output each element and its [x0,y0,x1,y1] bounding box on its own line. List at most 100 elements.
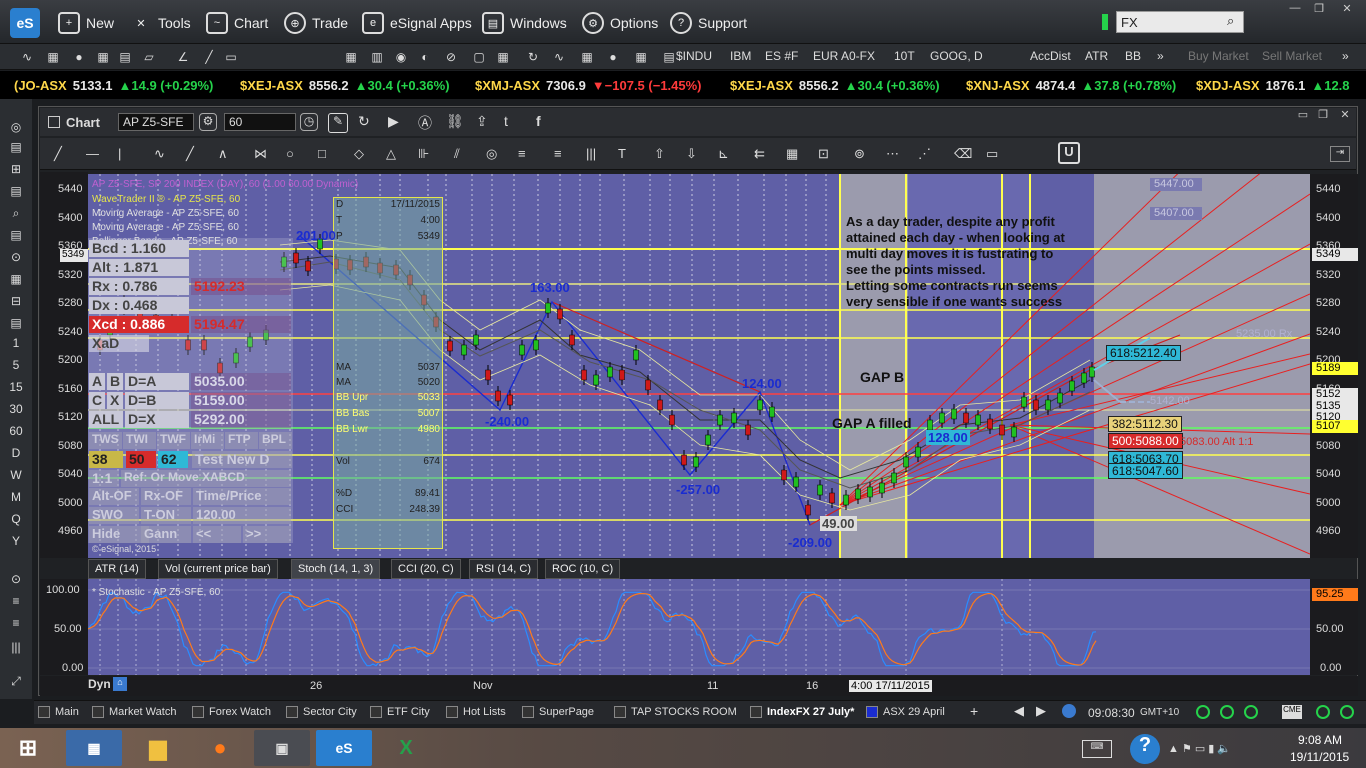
square-icon[interactable]: ▢ [470,48,488,66]
dock-tool-icon[interactable]: ⌕ [6,206,26,222]
search-input[interactable] [1116,11,1244,33]
peak-icon[interactable]: ∧ [218,146,244,162]
symbol-link[interactable]: ES #F [765,49,798,63]
page-tab[interactable]: ETF City [370,702,430,722]
interval-button[interactable]: Y [6,534,26,550]
ticker-item[interactable]: $XEJ-ASX 8556.2 ▲30.4 (+0.36%) [730,78,940,93]
level-button[interactable]: 50 [126,451,156,468]
status-icon[interactable] [1244,705,1258,719]
rectangle-icon[interactable]: □ [318,146,344,161]
level-button[interactable]: 38 [89,451,123,468]
dock-tool-icon[interactable]: ▦ [6,272,26,288]
misc-button[interactable]: SWO [89,507,139,524]
study-link[interactable]: ATR [1085,49,1108,63]
table-icon[interactable]: ▦ [632,48,650,66]
more-chevron-icon[interactable]: » [1157,49,1164,63]
dock-tool-icon[interactable]: ⊟ [6,294,26,310]
wave-option-button[interactable]: TWS [89,432,122,449]
next-page-icon[interactable]: ▶ [1036,703,1046,719]
misc-button[interactable]: >> [243,526,291,543]
study-tab[interactable]: ROC (10, C) [545,559,621,579]
page-tab-checkbox[interactable] [286,706,298,718]
ticker-item[interactable]: $XEJ-ASX 8556.2 ▲30.4 (+0.36%) [240,78,450,93]
page-tab[interactable]: ASX 29 April [866,702,945,722]
time-axis[interactable] [40,676,1358,696]
grid-icon[interactable]: ▦ [44,48,62,66]
minimize-icon[interactable]: — [1284,2,1306,16]
menu-new[interactable]: + New [58,12,114,34]
status-icon[interactable] [1316,705,1330,719]
dock-tool-icon[interactable]: ▤ [6,228,26,244]
list-icon[interactable]: ▤ [116,48,134,66]
wave-option-button[interactable]: FTP [225,432,258,449]
interval-button[interactable]: M [6,490,26,506]
misc-button[interactable]: Gann [141,526,191,543]
dock-tool-icon[interactable]: ||| [6,640,26,656]
tray-icons[interactable]: ▲ ⚑ ▭ ▮ 🔈 [1168,742,1231,755]
window-minimize-icon[interactable]: ▭ [1292,108,1314,122]
list-icon[interactable]: ▤ [660,48,678,66]
study-tab[interactable]: Stoch (14, 1, 3) [291,559,381,579]
menu-support[interactable]: ? Support [670,12,747,34]
dock-tool-icon[interactable]: ≡ [6,594,26,610]
interval-button[interactable]: 1 [6,336,26,352]
channel-icon[interactable]: ⫽ [454,146,480,162]
excel-icon[interactable]: X [378,730,434,766]
interval-button[interactable]: W [6,468,26,484]
circle-icon[interactable]: ◉ [392,48,410,66]
connection-icon[interactable] [1196,705,1210,719]
dock-tool-icon[interactable]: ◎ [6,120,26,136]
pattern-icon[interactable]: ⋰ [918,146,944,162]
interval-field[interactable]: 60 [224,113,296,131]
stochastic-pane[interactable] [87,579,1310,675]
symbol-link[interactable]: GOOG, D [930,49,983,63]
drop-icon[interactable]: ● [70,48,88,66]
interval-button[interactable]: Q [6,512,26,528]
ellipse-icon[interactable]: ○ [286,146,312,161]
d-equals-button[interactable]: D=X [125,411,189,428]
eye-icon[interactable]: ⊚ [854,146,880,162]
point-button[interactable]: X [107,392,123,409]
misc-button[interactable]: 120.00 [193,507,291,524]
fib-retrace-icon[interactable]: ≡ [518,146,544,161]
menu-tools[interactable]: ✕ Tools [130,12,190,34]
window-close-icon[interactable]: ✕ [1334,108,1356,122]
frame-icon[interactable]: ▱ [140,48,158,66]
cme-icon[interactable]: CME [1282,705,1302,719]
line-icon[interactable]: ╱ [200,48,218,66]
interval-button[interactable]: 15 [6,380,26,396]
close-icon[interactable]: ✕ [1336,2,1358,16]
refresh-icon[interactable]: ↻ [524,48,542,66]
grid-icon[interactable]: ▦ [578,48,596,66]
clock-icon[interactable]: ◷ [300,113,318,131]
misc-button[interactable]: Time/Price [193,488,291,505]
wave-icon[interactable]: ∿ [18,48,36,66]
esignal-taskbar-icon[interactable]: eS [316,730,372,766]
interval-button[interactable]: 5 [6,358,26,374]
trendline-icon[interactable]: ╱ [54,146,80,162]
level-button[interactable]: 62 [158,451,188,468]
fib-ext-icon[interactable]: ≡ [554,146,580,161]
page-tab-checkbox[interactable] [38,706,50,718]
page-tab[interactable]: Sector City [286,702,357,722]
wave-option-button[interactable]: BPL [259,432,292,449]
symbol-link[interactable]: IBM [730,49,751,63]
ticker-item[interactable]: $XMJ-ASX 7306.9 ▼−107.5 (−1.45%) [475,78,702,93]
d-equals-button[interactable]: D=B [125,392,189,409]
status-icon[interactable] [1220,705,1234,719]
link-icon[interactable]: ⛓ [446,113,464,130]
page-tab-checkbox[interactable] [92,706,104,718]
diamond-icon[interactable]: ◇ [354,146,380,162]
symbol-link[interactable]: EUR A0-FX [813,49,875,63]
interval-button[interactable]: 60 [6,424,26,440]
study-tab[interactable]: CCI (20, C) [391,559,461,579]
ticker-item[interactable]: (JO-ASX 5133.1 ▲14.9 (+0.29%) [14,78,213,93]
study-icon[interactable]: ▦ [342,48,360,66]
dock-tool-icon[interactable]: ⤢ [6,674,26,690]
interval-button[interactable]: 30 [6,402,26,418]
dock-tool-icon[interactable]: ⊙ [6,250,26,266]
dock-tool-icon[interactable]: ⊙ [6,572,26,588]
dock-tool-icon[interactable]: ▤ [6,140,26,156]
window-restore-icon[interactable]: ❐ [1312,108,1334,122]
dock-tool-icon[interactable]: ⊞ [6,162,26,178]
